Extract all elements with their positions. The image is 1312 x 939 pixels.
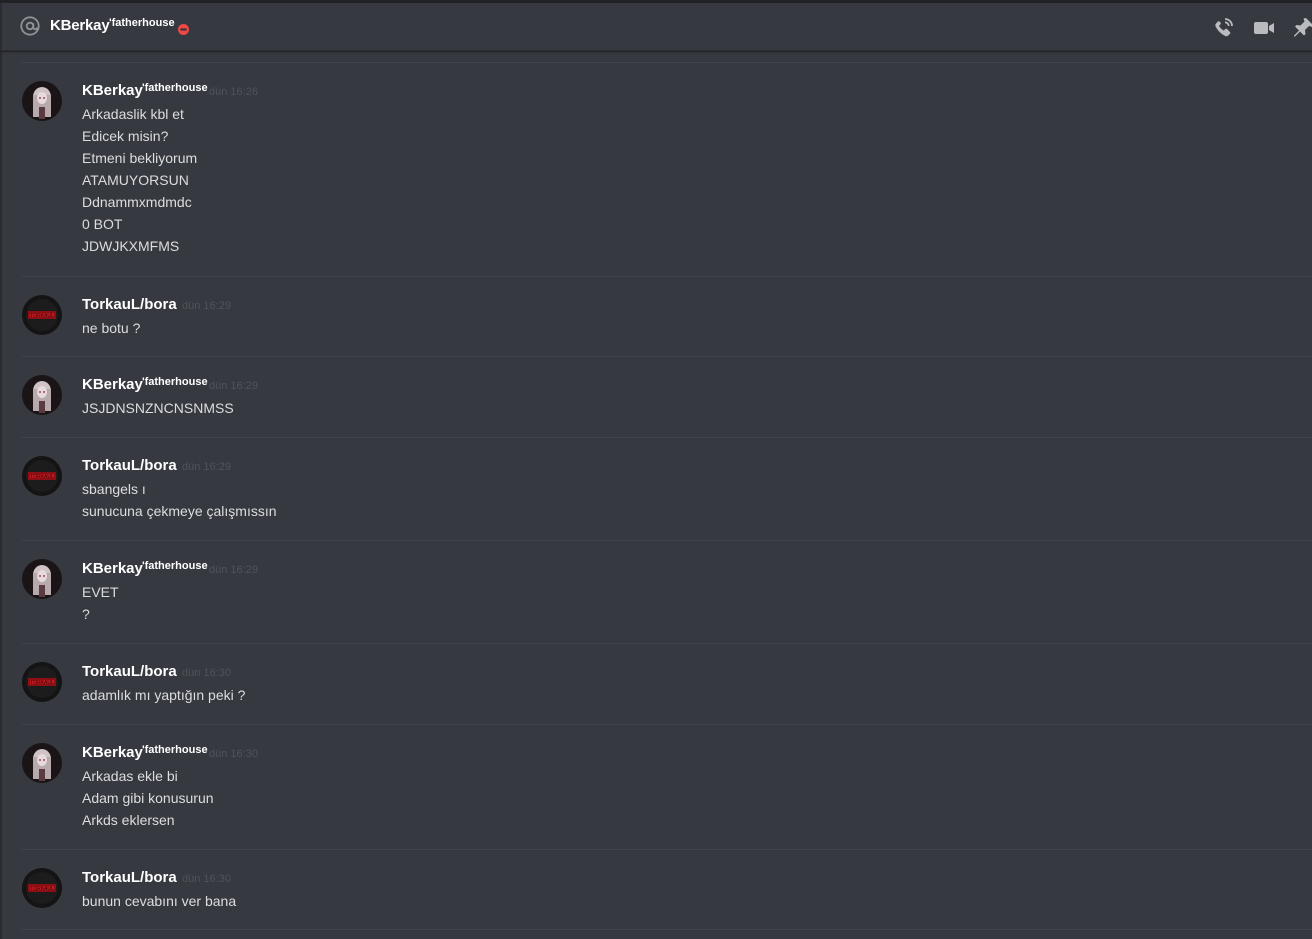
message-author[interactable]: KBerkay: [82, 744, 143, 761]
user-avatar[interactable]: TORKAUL: [22, 456, 62, 496]
chat-header: KBerkay 'fatherhouse: [0, 3, 1312, 51]
svg-text:TORKAUL: TORKAUL: [30, 680, 54, 686]
message-timestamp: dün 16:30: [182, 667, 231, 679]
message-timestamp: dün 16:29: [209, 380, 258, 392]
author-tag: 'fatherhouse: [142, 560, 208, 572]
message-text: Arkds eklersen: [82, 812, 175, 828]
message-text: bunun cevabını ver bana: [82, 893, 237, 909]
message-text: Edicek misin?: [82, 128, 169, 144]
dm-window: KBerkay 'fatherhouse KBerkay'fatherhouse…: [0, 0, 1312, 939]
message-divider: [22, 437, 1312, 438]
message-text: Ddnammxmdmdc: [82, 194, 192, 210]
message-text: Etmeni bekliyorum: [82, 150, 198, 166]
author-tag: 'fatherhouse: [142, 376, 208, 388]
user-avatar[interactable]: TORKAUL: [22, 295, 62, 335]
message-text: EVET: [82, 584, 119, 600]
svg-text:TORKAUL: TORKAUL: [30, 474, 54, 480]
at-icon: [20, 16, 40, 36]
left-edge: [0, 3, 2, 939]
message-divider: [22, 62, 1312, 63]
message-divider: [22, 849, 1312, 850]
message-author[interactable]: TorkauL/bora: [82, 457, 177, 474]
message-timestamp: dün 16:30: [209, 748, 258, 760]
message-text: JSJDNSNZNCNSNMSS: [82, 400, 234, 416]
message-text: Adam gibi konusurun: [82, 790, 214, 806]
message-text: Arkadaslik kbl et: [82, 106, 184, 122]
user-avatar[interactable]: TORKAUL: [22, 662, 62, 702]
message-text: 0 BOT: [82, 216, 123, 232]
svg-text:TORKAUL: TORKAUL: [30, 313, 54, 319]
message-text: JDWJKXMFMS: [82, 238, 180, 254]
message-timestamp: dün 16:29: [182, 300, 231, 312]
message-author[interactable]: TorkauL/bora: [82, 869, 177, 886]
message-divider: [22, 929, 1312, 930]
message-text: adamlık mı yaptığın peki ?: [82, 687, 246, 703]
call-icon[interactable]: [1211, 16, 1235, 40]
message-divider: [22, 356, 1312, 357]
svg-text:TORKAUL: TORKAUL: [30, 886, 54, 892]
message-divider: [22, 540, 1312, 541]
pin-icon[interactable]: [1292, 16, 1312, 40]
user-avatar[interactable]: [22, 559, 62, 599]
message-divider: [22, 643, 1312, 644]
message-text: ne botu ?: [82, 320, 141, 336]
message-author[interactable]: TorkauL/bora: [82, 296, 177, 313]
header-recipient-tag: 'fatherhouse: [109, 17, 175, 29]
dnd-status-icon: [178, 24, 189, 35]
message-author[interactable]: KBerkay: [82, 82, 143, 99]
message-text: ATAMUYORSUN: [82, 172, 189, 188]
user-avatar[interactable]: [22, 375, 62, 415]
video-icon[interactable]: [1252, 16, 1276, 40]
message-text: sbangels ı: [82, 481, 146, 497]
message-timestamp: dün 16:26: [209, 86, 258, 98]
user-avatar[interactable]: TORKAUL: [22, 868, 62, 908]
author-tag: 'fatherhouse: [142, 744, 208, 756]
message-timestamp: dün 16:29: [182, 461, 231, 473]
message-author[interactable]: TorkauL/bora: [82, 663, 177, 680]
user-avatar[interactable]: [22, 81, 62, 121]
header-recipient-name: KBerkay: [50, 17, 110, 34]
message-timestamp: dün 16:29: [209, 564, 258, 576]
user-avatar[interactable]: [22, 743, 62, 783]
message-author[interactable]: KBerkay: [82, 376, 143, 393]
message-author[interactable]: KBerkay: [82, 560, 143, 577]
author-tag: 'fatherhouse: [142, 82, 208, 94]
message-timestamp: dün 16:30: [182, 873, 231, 885]
message-text: sunucuna çekmeye çalışmıssın: [82, 503, 277, 519]
message-text: Arkadas ekle bi: [82, 768, 178, 784]
message-divider: [22, 276, 1312, 277]
message-divider: [22, 724, 1312, 725]
message-text: ?: [82, 606, 90, 622]
